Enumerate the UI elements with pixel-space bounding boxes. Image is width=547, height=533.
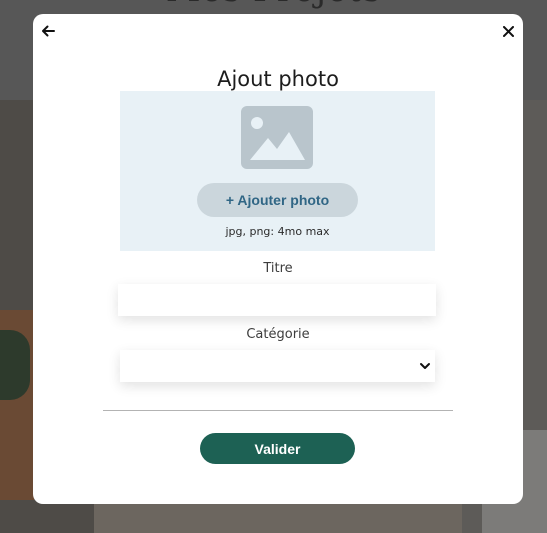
divider — [103, 410, 453, 411]
close-icon — [502, 25, 514, 37]
background-bottom-photo — [94, 500, 462, 533]
submit-button[interactable]: Valider — [200, 433, 355, 464]
category-select[interactable] — [120, 350, 435, 382]
chevron-down-icon — [420, 363, 430, 369]
image-icon — [241, 106, 313, 169]
photo-upload-zone: + Ajouter photo jpg, png: 4mo max — [120, 91, 435, 251]
arrow-left-icon — [42, 25, 55, 37]
background-plant — [0, 330, 30, 400]
title-label: Titre — [263, 261, 293, 276]
upload-hint: jpg, png: 4mo max — [225, 225, 330, 238]
back-button[interactable] — [37, 20, 59, 42]
title-input[interactable] — [118, 284, 436, 316]
add-photo-button[interactable]: + Ajouter photo — [197, 183, 358, 217]
category-label: Catégorie — [246, 327, 310, 342]
add-photo-modal: Ajout photo + Ajouter photo jpg, png: 4m… — [33, 14, 523, 504]
close-button[interactable] — [497, 20, 519, 42]
modal-title: Ajout photo — [217, 67, 339, 91]
background-page-title: Mes Projets — [0, 0, 547, 10]
